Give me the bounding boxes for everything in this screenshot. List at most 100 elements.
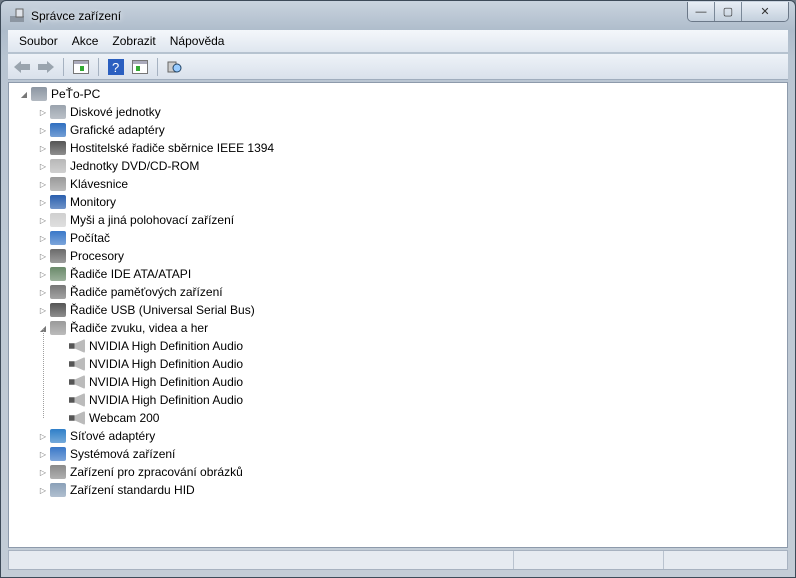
tree-item-label: NVIDIA High Definition Audio [89, 375, 244, 389]
menu-zobrazit[interactable]: Zobrazit [105, 34, 162, 48]
tree-category[interactable]: ▷ Řadiče USB (Universal Serial Bus) [39, 301, 255, 319]
device-category-icon [31, 87, 47, 101]
device-category-icon [50, 483, 66, 497]
collapse-arrow-icon[interactable]: ◢ [20, 90, 28, 99]
tree-item-label: Myši a jiná polohovací zařízení [70, 213, 235, 227]
expand-arrow-icon[interactable]: ▷ [39, 252, 47, 261]
speaker-icon [69, 357, 85, 371]
tree-device[interactable]: NVIDIA High Definition Audio [58, 391, 243, 409]
device-category-icon [50, 141, 66, 155]
speaker-icon [69, 411, 85, 425]
minimize-button[interactable]: — [688, 2, 715, 21]
tree-category[interactable]: ▷ Síťové adaptéry [39, 427, 155, 445]
device-category-icon [50, 231, 66, 245]
tree-category[interactable]: ▷ Hostitelské řadiče sběrnice IEEE 1394 [39, 139, 274, 157]
tree-category[interactable]: ▷ Počítač [39, 229, 110, 247]
tree-guide-line [43, 328, 44, 418]
expand-arrow-icon[interactable]: ▷ [39, 180, 47, 189]
expand-arrow-icon[interactable]: ▷ [39, 450, 47, 459]
tree-category[interactable]: ◢ Řadiče zvuku, videa a her [39, 319, 208, 337]
device-category-icon [50, 249, 66, 263]
device-category-icon [50, 465, 66, 479]
tree-category[interactable]: ▷ Jednotky DVD/CD-ROM [39, 157, 199, 175]
device-category-icon [50, 267, 66, 281]
tree-category[interactable]: ▷ Myši a jiná polohovací zařízení [39, 211, 234, 229]
device-category-icon [50, 195, 66, 209]
properties-icon[interactable] [130, 57, 150, 77]
tree-category[interactable]: ▷ Systémová zařízení [39, 445, 175, 463]
tree-item-label: Řadiče USB (Universal Serial Bus) [70, 303, 255, 317]
device-manager-icon [10, 8, 24, 22]
device-category-icon [50, 447, 66, 461]
device-category-icon [50, 159, 66, 173]
help-icon[interactable]: ? [106, 57, 126, 77]
expand-arrow-icon[interactable]: ▷ [39, 144, 47, 153]
console-tree-icon[interactable] [71, 57, 91, 77]
expand-arrow-icon[interactable]: ▷ [39, 288, 47, 297]
expand-arrow-icon[interactable]: ▷ [39, 216, 47, 225]
speaker-icon [69, 393, 85, 407]
tree-item-label: Hostitelské řadiče sběrnice IEEE 1394 [70, 141, 275, 155]
device-category-icon [50, 321, 66, 335]
scan-hardware-icon[interactable] [165, 57, 185, 77]
expand-arrow-icon[interactable]: ▷ [39, 198, 47, 207]
expand-arrow-icon[interactable]: ▷ [39, 270, 47, 279]
toolbar: ? [8, 54, 788, 80]
menu-bar: Soubor Akce Zobrazit Nápověda [8, 30, 788, 53]
expand-arrow-icon[interactable]: ▷ [39, 306, 47, 315]
tree-item-label: Řadiče IDE ATA/ATAPI [70, 267, 192, 281]
tree-item-label: Jednotky DVD/CD-ROM [70, 159, 200, 173]
close-button[interactable]: ✕ [742, 2, 788, 21]
device-category-icon [50, 105, 66, 119]
menu-akce[interactable]: Akce [65, 34, 106, 48]
device-tree: ◢ PeŤo-PC ▷ Diskové jednotky ▷ Grafické adapt… [8, 82, 788, 548]
tree-item-label: Diskové jednotky [70, 105, 161, 119]
tree-item-label: Grafické adaptéry [70, 123, 165, 137]
tree-item-label: Klávesnice [70, 177, 129, 191]
tree-item-label: Monitory [70, 195, 117, 209]
tree-item-label: Procesory [70, 249, 125, 263]
tree-item-label: PeŤo-PC [51, 87, 101, 101]
tree-item-label: NVIDIA High Definition Audio [89, 357, 244, 371]
tree-device[interactable]: Webcam 200 [58, 409, 159, 427]
maximize-button[interactable]: ▢ [715, 2, 742, 21]
expand-arrow-icon[interactable]: ▷ [39, 126, 47, 135]
device-category-icon [50, 177, 66, 191]
expand-arrow-icon[interactable]: ▷ [39, 108, 47, 117]
tree-item-label: Řadiče zvuku, videa a her [70, 321, 209, 335]
tree-category[interactable]: ▷ Řadiče paměťových zařízení [39, 283, 223, 301]
expand-arrow-icon[interactable]: ▷ [39, 234, 47, 243]
tree-device[interactable]: NVIDIA High Definition Audio [58, 355, 243, 373]
device-category-icon [50, 285, 66, 299]
forward-icon[interactable] [36, 57, 56, 77]
tree-category[interactable]: ▷ Klávesnice [39, 175, 128, 193]
tree-device[interactable]: NVIDIA High Definition Audio [58, 337, 243, 355]
expand-arrow-icon[interactable]: ▷ [39, 468, 47, 477]
tree-category[interactable]: ▷ Řadiče IDE ATA/ATAPI [39, 265, 191, 283]
menu-soubor[interactable]: Soubor [12, 34, 65, 48]
device-category-icon [50, 429, 66, 443]
tree-item-label: Počítač [70, 231, 111, 245]
menu-napoveda[interactable]: Nápověda [163, 34, 232, 48]
tree-device[interactable]: NVIDIA High Definition Audio [58, 373, 243, 391]
tree-category[interactable]: ▷ Diskové jednotky [39, 103, 161, 121]
tree-category[interactable]: ▷ Procesory [39, 247, 124, 265]
tree-category[interactable]: ▷ Zařízení standardu HID [39, 481, 195, 499]
expand-arrow-icon[interactable]: ▷ [39, 162, 47, 171]
expand-arrow-icon[interactable]: ▷ [39, 486, 47, 495]
tree-item-label: Zařízení pro zpracování obrázků [70, 465, 243, 479]
tree-root[interactable]: ◢ PeŤo-PC [20, 85, 100, 103]
device-category-icon [50, 303, 66, 317]
window-title: Správce zařízení [31, 9, 122, 23]
expand-arrow-icon[interactable]: ▷ [39, 432, 47, 441]
speaker-icon [69, 375, 85, 389]
device-category-icon [50, 213, 66, 227]
tree-category[interactable]: ▷ Monitory [39, 193, 116, 211]
back-icon[interactable] [12, 57, 32, 77]
tree-category[interactable]: ▷ Zařízení pro zpracování obrázků [39, 463, 243, 481]
tree-item-label: NVIDIA High Definition Audio [89, 339, 244, 353]
tree-category[interactable]: ▷ Grafické adaptéry [39, 121, 165, 139]
svg-text:?: ? [112, 60, 119, 75]
tree-item-label: Řadiče paměťových zařízení [70, 285, 223, 299]
device-category-icon [50, 123, 66, 137]
